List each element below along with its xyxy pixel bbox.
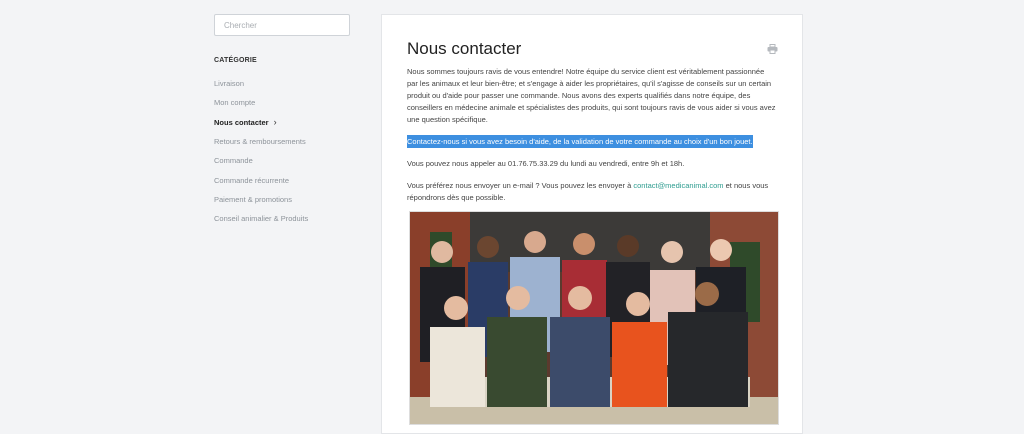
article-card: Nous contacter Nous sommes toujours ravi…	[381, 14, 803, 434]
sidebar-item-conseil[interactable]: Conseil animalier & Produits	[214, 209, 352, 228]
sidebar-item-commande[interactable]: Commande	[214, 151, 352, 170]
highlight-paragraph: Contactez-nous si vous avez besoin d'aid…	[407, 135, 777, 148]
intro-paragraph: Nous sommes toujours ravis de vous enten…	[407, 67, 776, 124]
sidebar-item-label: Mon compte	[214, 98, 256, 108]
email-link[interactable]: contact@medicanimal.com	[633, 181, 723, 190]
team-photo	[409, 211, 779, 425]
chevron-right-icon: ›	[273, 117, 277, 128]
email-text-before: Vous préférez nous envoyer un e-mail ? V…	[407, 181, 634, 190]
sidebar: CATÉGORIE Livraison Mon compte Nous cont…	[214, 14, 352, 228]
search-input[interactable]	[214, 14, 350, 36]
sidebar-item-label: Livraison	[214, 79, 245, 89]
printer-icon[interactable]	[767, 44, 778, 54]
sidebar-item-label: Retours & remboursements	[214, 137, 306, 147]
article-body: Nous sommes toujours ravis de vous enten…	[407, 66, 777, 214]
sidebar-item-retours[interactable]: Retours & remboursements	[214, 132, 352, 151]
sidebar-item-label: Paiement & promotions	[214, 194, 292, 204]
category-heading: CATÉGORIE	[214, 57, 257, 64]
selected-text: Contactez-nous si vous avez besoin d'aid…	[407, 135, 753, 148]
sidebar-item-nous-contacter[interactable]: Nous contacter ›	[214, 113, 352, 132]
page-title: Nous contacter	[407, 39, 522, 58]
sidebar-item-commande-recurrente[interactable]: Commande récurrente	[214, 170, 352, 189]
sidebar-item-mon-compte[interactable]: Mon compte	[214, 93, 352, 112]
sidebar-item-paiement[interactable]: Paiement & promotions	[214, 190, 352, 209]
sidebar-item-label: Commande récurrente	[214, 175, 290, 185]
sidebar-item-label: Nous contacter	[214, 117, 269, 127]
sidebar-item-livraison[interactable]: Livraison	[214, 74, 352, 93]
email-paragraph: Vous préférez nous envoyer un e-mail ? V…	[407, 180, 777, 204]
sidebar-item-label: Conseil animalier & Produits	[214, 214, 309, 224]
category-list: Livraison Mon compte Nous contacter › Ret…	[214, 74, 352, 228]
phone-paragraph: Vous pouvez nous appeler au 01.76.75.33.…	[407, 159, 685, 168]
sidebar-item-label: Commande	[214, 156, 253, 166]
